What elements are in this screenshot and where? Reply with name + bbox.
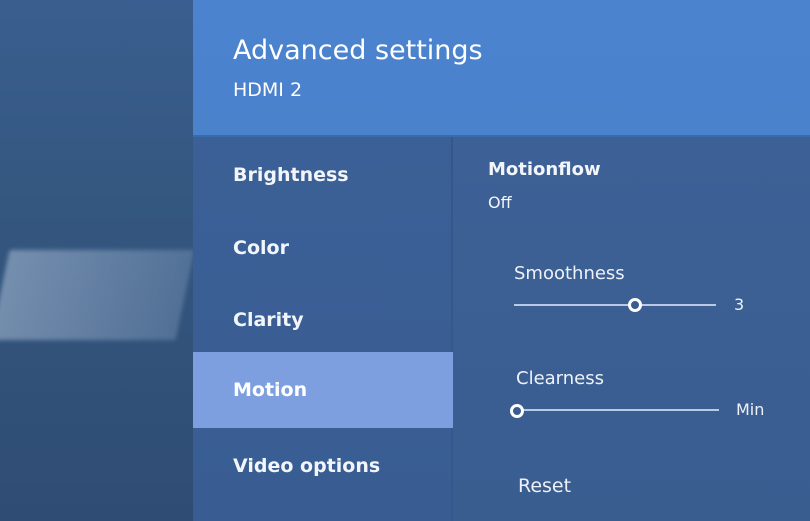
motion-detail-panel: Motionflow Off Smoothness 3 Clearness Mi… (453, 137, 810, 521)
smoothness-slider-track[interactable] (514, 304, 716, 306)
reset-button[interactable]: Reset (518, 475, 571, 497)
clearness-slider-knob[interactable] (510, 404, 524, 418)
menu-item-color[interactable]: Color (193, 210, 453, 286)
motionflow-label[interactable]: Motionflow (488, 159, 601, 180)
smoothness-value: 3 (734, 295, 745, 314)
menu-item-video-options[interactable]: Video options (193, 428, 453, 504)
menu-item-label: Clarity (233, 309, 304, 331)
background-left (0, 0, 195, 521)
input-source-label: HDMI 2 (233, 79, 303, 101)
menu-item-label: Color (233, 237, 289, 259)
menu-item-motion[interactable]: Motion (193, 352, 453, 428)
clearness-slider-track[interactable] (514, 409, 719, 411)
screen-glare (0, 250, 195, 340)
menu-item-clarity[interactable]: Clarity (193, 282, 453, 358)
menu-item-label: Motion (233, 379, 308, 401)
clearness-label: Clearness (516, 368, 604, 389)
motionflow-value: Off (488, 193, 512, 212)
smoothness-slider-knob[interactable] (628, 298, 642, 312)
menu-item-label: Brightness (233, 164, 349, 186)
settings-menu: Brightness Color Clarity Motion Video op… (193, 137, 453, 521)
page-title: Advanced settings (233, 35, 483, 66)
clearness-value: Min (736, 400, 765, 419)
menu-item-brightness[interactable]: Brightness (193, 137, 453, 213)
settings-header: Advanced settings HDMI 2 (193, 0, 810, 137)
menu-item-label: Video options (233, 455, 381, 477)
smoothness-label: Smoothness (514, 263, 625, 284)
